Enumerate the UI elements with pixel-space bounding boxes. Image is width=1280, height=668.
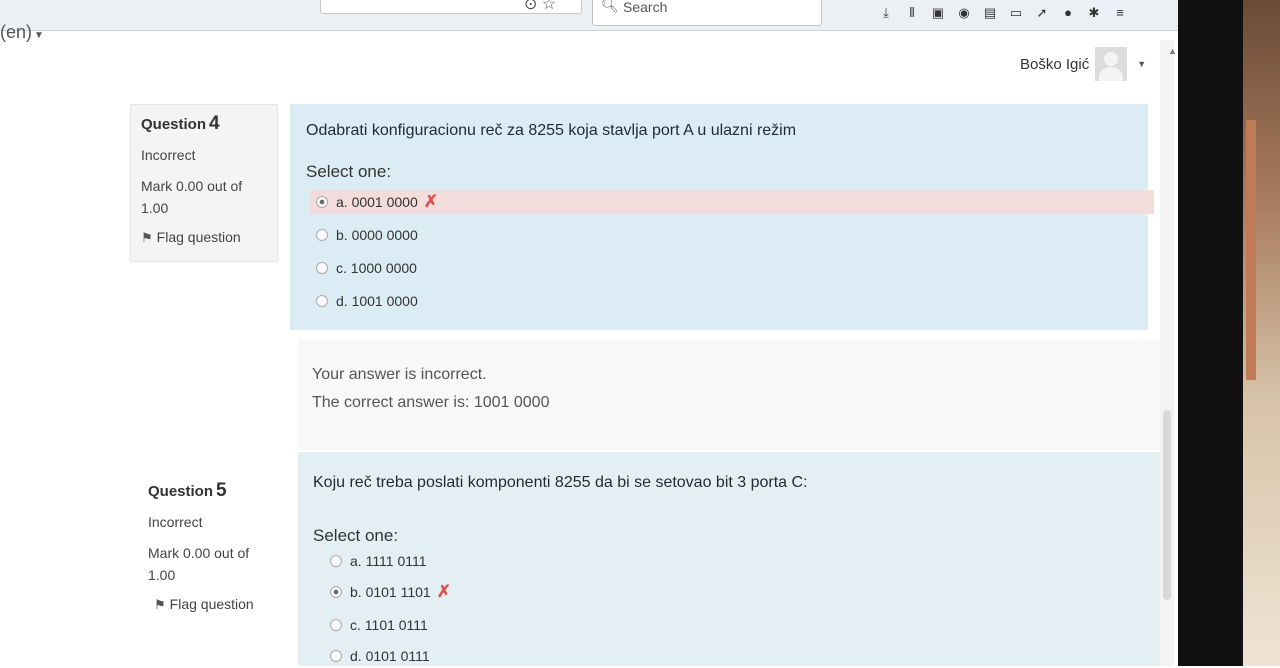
bookmark-star-icon[interactable]: ☆	[542, 0, 556, 13]
answer-label: d. 1001 0000	[336, 293, 418, 309]
menu-icon[interactable]: ≡	[1112, 5, 1128, 21]
user-menu[interactable]: Boško Igić ▼	[1020, 46, 1146, 82]
radio-button[interactable]	[330, 555, 342, 567]
url-bar-actions: ⊙ ☆	[524, 0, 556, 14]
radio-button[interactable]	[316, 295, 328, 307]
library-icon[interactable]: ⫴	[904, 5, 920, 21]
question-text: Koju reč treba poslati komponenti 8255 d…	[313, 474, 808, 491]
correct-answer-text: The correct answer is: 1001 0000	[312, 394, 550, 411]
answer-label: d. 0101 0111	[350, 648, 430, 664]
question-label: Question	[141, 116, 207, 133]
avatar	[1095, 47, 1128, 81]
question-feedback: Your answer is incorrect. The correct an…	[298, 340, 1160, 450]
flag-question-link[interactable]: ⚑ Flag question	[141, 229, 267, 246]
radio-button[interactable]	[330, 586, 342, 598]
search-icon: 🔍︎	[601, 0, 619, 13]
select-one-prompt: Select one:	[306, 162, 392, 181]
feedback-text: Your answer is incorrect.	[312, 366, 487, 383]
question-grade: Mark 0.00 out of 1.00	[148, 545, 250, 583]
answer-label: a. 0001 0000	[336, 194, 418, 210]
background-chair	[1246, 120, 1256, 380]
flag-icon: ⚑	[154, 597, 166, 612]
question-grade: Mark 0.00 out of 1.00	[141, 178, 243, 216]
reader-icon[interactable]: ▣	[930, 5, 946, 21]
answer-label: a. 1111 0111	[350, 553, 427, 569]
incorrect-cross-icon: ✗	[423, 192, 438, 211]
radio-button[interactable]	[330, 619, 342, 631]
question-number-value: 4	[209, 113, 220, 134]
question-text: Odabrati konfiguracionu reč za 8255 koja…	[306, 122, 797, 139]
addon-icon[interactable]: ●	[1060, 5, 1076, 21]
flag-label: Flag question	[156, 229, 241, 245]
answer-option-b[interactable]: b. 0101 1101 ✗	[330, 580, 451, 604]
container-icon[interactable]: ▤	[982, 5, 998, 21]
radio-button[interactable]	[330, 650, 342, 662]
language-menu[interactable]: (en) ▼	[0, 22, 44, 43]
toolbar-icons: ⤓ ⫴ ▣ ◉ ▤ ▭ ➚ ● ✱ ≡	[878, 5, 1128, 21]
flag-icon: ⚑	[141, 230, 153, 245]
user-name: Boško Igić	[1020, 55, 1090, 73]
answer-label: b. 0101 1101	[350, 584, 431, 600]
page-actions-icon[interactable]: ⊙	[524, 0, 537, 13]
question-state: Incorrect	[141, 147, 196, 163]
question-number-value: 5	[216, 480, 227, 501]
answer-label: c. 1101 0111	[350, 617, 428, 633]
account-icon[interactable]: ◉	[956, 5, 972, 21]
rss-icon[interactable]: ➚	[1034, 5, 1050, 21]
answer-option-b[interactable]: b. 0000 0000	[316, 223, 418, 247]
answer-option-d[interactable]: d. 1001 0000	[316, 289, 418, 313]
extension-icon[interactable]: ✱	[1086, 5, 1102, 21]
download-icon[interactable]: ⤓	[878, 5, 894, 21]
flag-label: Flag question	[169, 596, 254, 612]
browser-toolbar: ⊙ ☆ 🔍︎ Search ⤓ ⫴ ▣ ◉ ▤ ▭ ➚ ● ✱ ≡	[0, 0, 1178, 31]
question-number: Question 5	[148, 480, 276, 502]
answer-option-a[interactable]: a. 1111 0111	[330, 549, 427, 573]
chevron-down-icon: ▼	[34, 30, 44, 41]
language-label: (en)	[0, 22, 33, 42]
scroll-up-icon[interactable]: ▲	[1168, 46, 1177, 56]
question-info: Question 4 Incorrect Mark 0.00 out of 1.0…	[130, 104, 278, 262]
question-number: Question 4	[141, 113, 267, 135]
scrollbar[interactable]	[1160, 40, 1174, 666]
flag-question-link[interactable]: ⚑ Flag question	[154, 596, 276, 613]
incorrect-cross-icon: ✗	[436, 582, 451, 601]
question-label: Question	[148, 483, 214, 500]
radio-button[interactable]	[316, 262, 328, 274]
cast-icon[interactable]: ▭	[1008, 5, 1024, 21]
question-state: Incorrect	[148, 514, 203, 530]
answer-option-c[interactable]: c. 1101 0111	[330, 613, 428, 637]
search-input[interactable]: 🔍︎ Search	[592, 0, 822, 26]
chevron-down-icon: ▼	[1137, 59, 1147, 69]
answer-option-a[interactable]: a. 0001 0000 ✗	[310, 190, 1154, 214]
radio-button[interactable]	[316, 196, 328, 208]
answer-label: c. 1000 0000	[336, 260, 417, 276]
answer-option-c[interactable]: c. 1000 0000	[316, 256, 417, 280]
monitor-bezel	[1178, 0, 1243, 666]
answer-label: b. 0000 0000	[336, 227, 418, 243]
radio-button[interactable]	[316, 229, 328, 241]
question-info: Question 5 Incorrect Mark 0.00 out of 1.0…	[138, 472, 286, 632]
search-placeholder: Search	[623, 0, 668, 15]
answer-option-d[interactable]: d. 0101 0111	[330, 644, 430, 668]
scrollbar-thumb[interactable]	[1163, 410, 1171, 600]
select-one-prompt: Select one:	[313, 526, 399, 545]
